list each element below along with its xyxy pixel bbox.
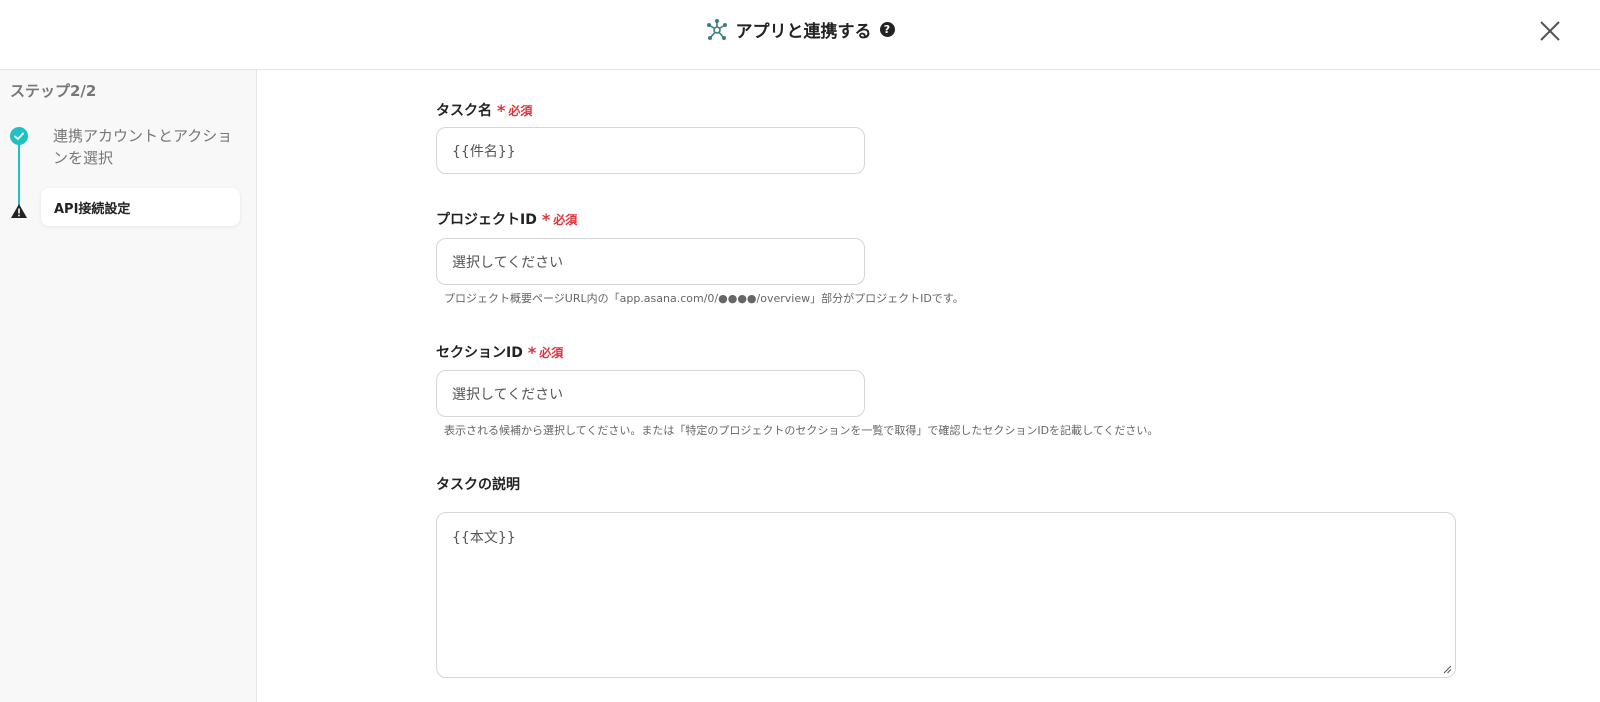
project-id-hint: プロジェクト概要ページURL内の「app.asana.com/0/●●●●/ov…: [444, 292, 964, 305]
section-id-label: セクションID * 必須: [436, 342, 563, 362]
section-id-placeholder: 選択してください: [452, 386, 564, 403]
header-title-group: アプリと連携する ?: [0, 17, 1600, 42]
close-button[interactable]: [1538, 19, 1562, 43]
resize-handle-icon[interactable]: [1443, 665, 1452, 674]
sidebar-step-select-account[interactable]: 連携アカウントとアクションを選択: [53, 125, 243, 169]
required-badge: 必須: [553, 212, 578, 227]
project-id-label-text: プロジェクトID: [436, 212, 537, 228]
step-heading: ステップ2/2: [10, 82, 97, 100]
task-name-label-text: タスク名: [436, 103, 492, 119]
required-asterisk: *: [541, 209, 551, 229]
project-id-placeholder: 選択してください: [452, 254, 564, 271]
project-id-label: プロジェクトID * 必須: [436, 209, 577, 229]
sidebar-step-label: API接続設定: [54, 202, 131, 217]
required-asterisk: *: [527, 342, 537, 362]
task-description-value: {{本文}}: [452, 530, 516, 546]
warning-icon: [11, 204, 27, 218]
network-icon: [706, 18, 727, 40]
section-id-label-text: セクションID: [436, 345, 523, 361]
task-description-label: タスクの説明: [436, 474, 520, 494]
close-icon: [1540, 21, 1560, 41]
task-name-value: {{件名}}: [452, 143, 516, 160]
check-circle-icon: [10, 127, 28, 145]
required-asterisk: *: [497, 100, 506, 120]
form-area: タスク名 * 必須 {{件名}} プロジェクトID * 必須 選択してください …: [257, 70, 1600, 702]
modal-title: アプリと連携する: [735, 22, 872, 42]
required-badge: 必須: [508, 103, 533, 118]
task-name-input[interactable]: {{件名}}: [436, 127, 865, 174]
required-badge: 必須: [539, 345, 564, 360]
step-connector-line: [18, 136, 20, 208]
task-name-label: タスク名 * 必須: [436, 100, 532, 120]
section-id-hint: 表示される候補から選択してください。または「特定のプロジェクトのセクションを一覧…: [444, 424, 1159, 437]
sidebar-step-api-settings[interactable]: API接続設定: [41, 188, 240, 226]
help-icon[interactable]: ?: [879, 22, 895, 37]
step-sidebar: ステップ2/2 連携アカウントとアクションを選択 API接続設定: [0, 70, 257, 702]
task-description-label-text: タスクの説明: [436, 477, 520, 493]
section-id-select[interactable]: 選択してください: [436, 370, 865, 417]
modal-header: アプリと連携する ?: [0, 0, 1600, 70]
project-id-select[interactable]: 選択してください: [436, 238, 865, 285]
task-description-textarea[interactable]: {{本文}}: [436, 512, 1456, 678]
